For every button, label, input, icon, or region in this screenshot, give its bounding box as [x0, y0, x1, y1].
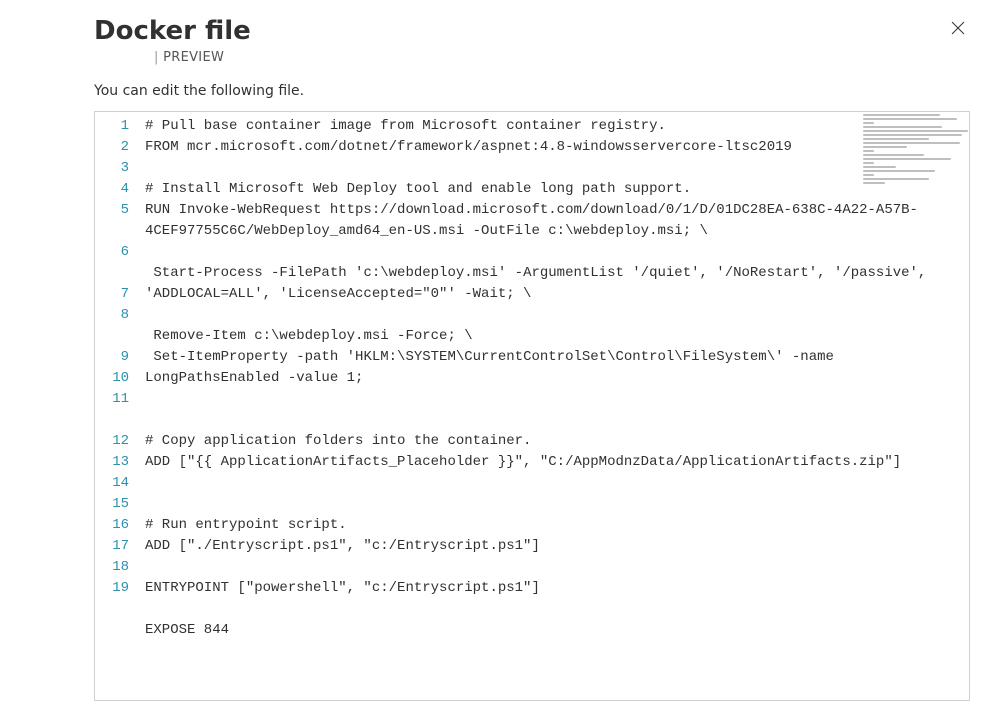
code-line	[145, 158, 959, 179]
line-number: 18	[101, 557, 129, 578]
panel-header: Docker file | PREVIEW	[94, 16, 970, 83]
line-number: 11	[101, 389, 129, 410]
line-number: 3	[101, 158, 129, 179]
line-number: 14	[101, 473, 129, 494]
line-number: 2	[101, 137, 129, 158]
line-number: 15	[101, 494, 129, 515]
code-area[interactable]: # Pull base container image from Microso…	[139, 112, 969, 666]
line-number	[101, 263, 129, 284]
code-line: ADD ["{{ ApplicationArtifacts_Placeholde…	[145, 452, 959, 473]
code-line: Start-Process -FilePath 'c:\webdeploy.ms…	[145, 263, 959, 305]
close-button[interactable]	[946, 16, 970, 40]
line-number: 5	[101, 200, 129, 221]
line-number: 4	[101, 179, 129, 200]
line-number: 13	[101, 452, 129, 473]
line-number: 6	[101, 242, 129, 263]
code-line: ADD ["./Entryscript.ps1", "c:/Entryscrip…	[145, 536, 959, 557]
code-line	[145, 494, 959, 515]
page-title: Docker file	[94, 16, 251, 46]
code-line	[145, 410, 959, 431]
code-line	[145, 641, 959, 662]
editor-grid: 12345 6 78 91011 1213141516171819 # Pull…	[95, 112, 969, 666]
code-line: EXPOSE 844	[145, 620, 959, 641]
code-line: FROM mcr.microsoft.com/dotnet/framework/…	[145, 137, 959, 158]
line-number: 16	[101, 515, 129, 536]
line-number: 9	[101, 347, 129, 368]
code-line: # Copy application folders into the cont…	[145, 431, 959, 452]
line-number: 1	[101, 116, 129, 137]
preview-divider: |	[154, 50, 159, 65]
code-line	[145, 473, 959, 494]
line-number	[101, 410, 129, 431]
code-line: ENTRYPOINT ["powershell", "c:/Entryscrip…	[145, 578, 959, 599]
title-block: Docker file | PREVIEW	[94, 16, 251, 83]
close-icon	[950, 20, 966, 36]
line-number: 10	[101, 368, 129, 389]
subtitle: You can edit the following file.	[94, 83, 970, 99]
line-number: 17	[101, 536, 129, 557]
line-number	[101, 326, 129, 347]
code-line	[145, 557, 959, 578]
code-line	[145, 389, 959, 410]
code-line: # Install Microsoft Web Deploy tool and …	[145, 179, 959, 200]
line-number: 7	[101, 284, 129, 305]
code-line	[145, 242, 959, 263]
code-line: # Run entrypoint script.	[145, 515, 959, 536]
dockerfile-panel: Docker file | PREVIEW You can edit the f…	[0, 0, 994, 727]
code-line	[145, 305, 959, 326]
code-line: Set-ItemProperty -path 'HKLM:\SYSTEM\Cur…	[145, 347, 959, 389]
code-line	[145, 599, 959, 620]
line-number	[101, 221, 129, 242]
line-number: 8	[101, 305, 129, 326]
code-line: # Pull base container image from Microso…	[145, 116, 959, 137]
preview-label: PREVIEW	[163, 50, 224, 65]
code-line: RUN Invoke-WebRequest https://download.m…	[145, 200, 959, 242]
code-editor[interactable]: 12345 6 78 91011 1213141516171819 # Pull…	[94, 111, 970, 701]
line-number: 19	[101, 578, 129, 599]
line-number: 12	[101, 431, 129, 452]
code-line: Remove-Item c:\webdeploy.msi -Force; \	[145, 326, 959, 347]
preview-row: | PREVIEW	[94, 50, 251, 65]
line-number-gutter: 12345 6 78 91011 1213141516171819	[95, 112, 139, 666]
